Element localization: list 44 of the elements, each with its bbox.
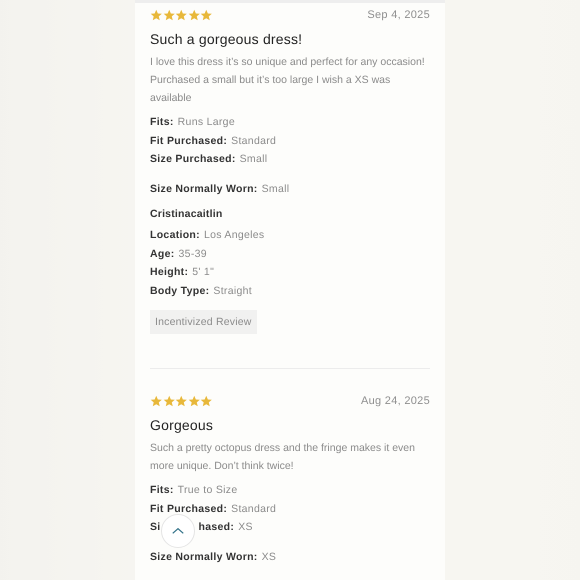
star-icon bbox=[175, 394, 188, 408]
review-title: Such a gorgeous dress! bbox=[150, 31, 304, 47]
star-icon bbox=[200, 8, 212, 22]
star-icon bbox=[175, 8, 188, 22]
field-value: True to Size bbox=[178, 483, 238, 498]
field-label: Size Purchased: bbox=[150, 152, 236, 167]
field-label: Age: bbox=[150, 246, 175, 262]
review-title: Gorgeous bbox=[150, 417, 214, 433]
field-label: Si bbox=[150, 520, 161, 535]
field-value: XS bbox=[262, 550, 276, 564]
field-value: XS bbox=[238, 520, 253, 535]
field-label: Height: bbox=[150, 265, 188, 280]
field-label: Size Normally Worn: bbox=[150, 182, 258, 196]
field-label: hased: bbox=[198, 520, 234, 535]
field-value: Runs Large bbox=[178, 115, 235, 130]
reviewer-name: Cristinacaitlin bbox=[150, 208, 224, 220]
scroll-top-button[interactable] bbox=[160, 514, 195, 548]
field-label: Fits: bbox=[150, 483, 174, 498]
field-label: Location: bbox=[150, 228, 200, 243]
review-badge: Incentivized Review bbox=[150, 310, 257, 334]
field-value: 5' 1" bbox=[192, 265, 214, 280]
star-icon bbox=[200, 394, 212, 408]
star-icon bbox=[188, 8, 200, 22]
star-icon bbox=[188, 394, 200, 408]
star-icon bbox=[162, 394, 175, 408]
field-value: Small bbox=[240, 152, 268, 167]
star-icon bbox=[162, 8, 175, 22]
field-value: Small bbox=[262, 182, 290, 196]
field-value: 35-39 bbox=[178, 246, 207, 262]
field-value: Standard bbox=[231, 502, 276, 516]
star-icon bbox=[150, 8, 162, 22]
review-date: Aug 24, 2025 bbox=[360, 395, 430, 407]
field-value: Straight bbox=[213, 284, 252, 298]
field-label: Size Normally Worn: bbox=[150, 550, 258, 564]
field-label: Fit Purchased: bbox=[150, 502, 228, 516]
review-date: Sep 4, 2025 bbox=[367, 9, 430, 21]
review-text: Such a pretty octopus dress and the fringe makes it even more unique. Don’t think twice! bbox=[150, 441, 416, 474]
field-label: Fit Purchased: bbox=[150, 134, 228, 148]
field-value: Los Angeles bbox=[204, 228, 264, 243]
field-value: Standard bbox=[231, 134, 276, 148]
star-icon bbox=[150, 394, 162, 408]
field-label: Body Type: bbox=[150, 284, 210, 298]
field-label: Fits: bbox=[150, 115, 174, 130]
review-text: I love this dress it’s so unique and perfect for any occasion! Purchased a small but it’s too large I wish a XS was available bbox=[150, 55, 426, 106]
